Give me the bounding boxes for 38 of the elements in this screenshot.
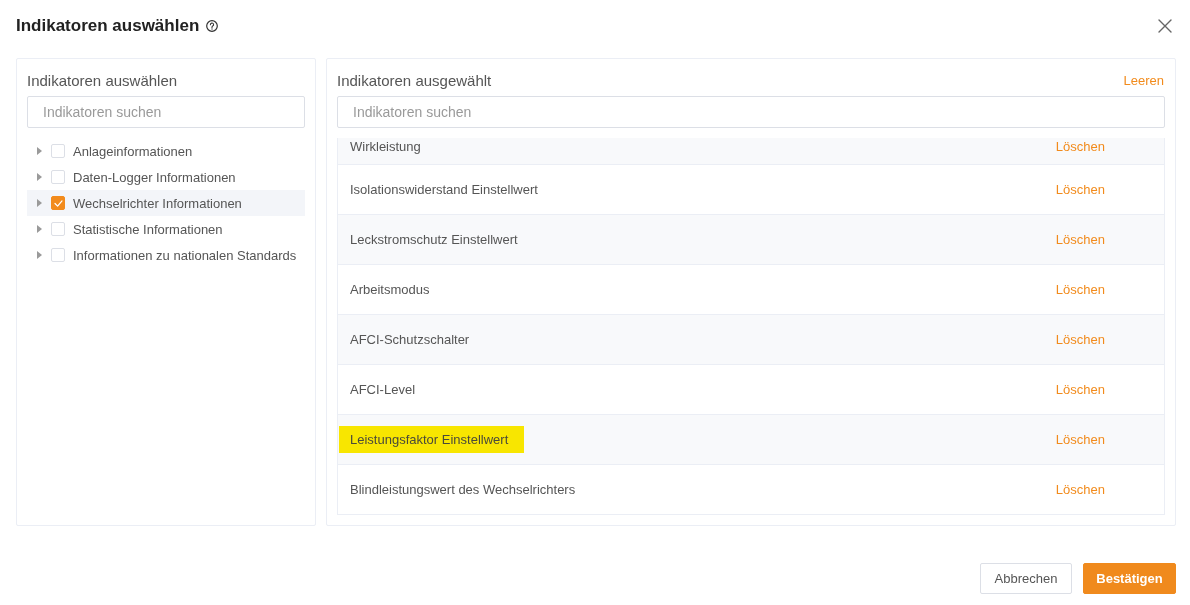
panel-title: Indikatoren auswählen [27, 71, 178, 89]
dialog-title: Indikatoren auswählen [16, 16, 200, 36]
tree-item[interactable]: Anlageinformationen [27, 138, 305, 164]
clear-link[interactable]: Leeren [1123, 72, 1164, 88]
tree-item[interactable]: Wechselrichter Informationen [27, 190, 305, 216]
indicator-name: Blindleistungswert des Wechselrichters [349, 481, 577, 499]
indicator-name: Arbeitsmodus [349, 281, 431, 299]
delete-link[interactable]: Löschen [1055, 231, 1105, 248]
tree-item[interactable]: Daten-Logger Informationen [27, 164, 305, 190]
check-icon [53, 199, 63, 207]
indicator-name: Wirkleistung [349, 138, 422, 155]
delete-link[interactable]: Löschen [1055, 431, 1105, 448]
caret-icon[interactable] [37, 173, 42, 181]
caret-icon[interactable] [37, 225, 42, 233]
caret-icon[interactable] [37, 251, 42, 259]
caret-icon[interactable] [37, 147, 42, 155]
delete-link[interactable]: Löschen [1055, 381, 1105, 398]
indicator-name: Leckstromschutz Einstellwert [349, 231, 519, 249]
close-icon [1158, 19, 1172, 33]
delete-link[interactable]: Löschen [1055, 331, 1105, 348]
indicator-name: AFCI-Schutzschalter [349, 331, 471, 349]
search-field[interactable]: Indikatoren suchen [27, 96, 305, 128]
help-icon [206, 20, 219, 32]
tree-item[interactable]: Informationen zu nationalen Standards [27, 242, 305, 268]
delete-link[interactable]: Löschen [1055, 481, 1105, 498]
delete-link[interactable]: Löschen [1055, 181, 1105, 198]
tree-item[interactable]: Statistische Informationen [27, 216, 305, 242]
indicator-name: AFCI-Level [349, 381, 417, 399]
indicator-name: Leistungsfaktor Einstellwert [339, 426, 525, 453]
search-field[interactable]: Indikatoren suchen [337, 96, 1165, 128]
cancel-button[interactable]: Abbrechen [980, 563, 1072, 594]
panel-title: Indikatoren ausgewählt [337, 71, 492, 89]
delete-link[interactable]: Löschen [1055, 281, 1105, 298]
caret-icon[interactable] [37, 199, 42, 207]
delete-link[interactable]: Löschen [1055, 138, 1105, 155]
indicator-name: Isolationswiderstand Einstellwert [349, 181, 539, 199]
checkbox[interactable] [51, 196, 65, 210]
confirm-button[interactable]: Bestätigen [1083, 563, 1176, 594]
